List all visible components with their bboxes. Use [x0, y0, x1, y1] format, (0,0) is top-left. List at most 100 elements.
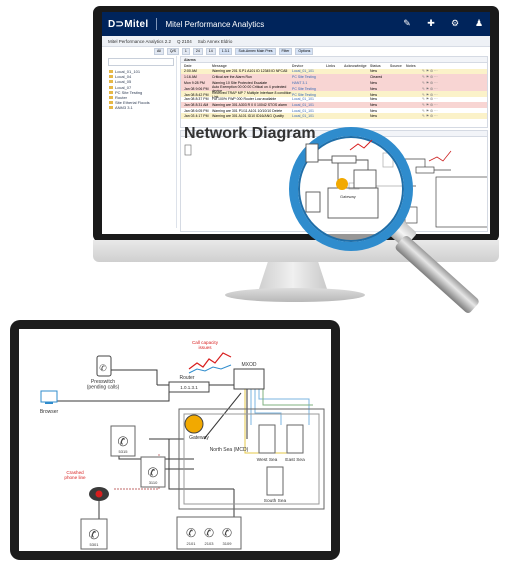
breadcrumb-item[interactable]: Q 2104: [177, 39, 192, 44]
alarm-status: New: [370, 114, 378, 119]
tree-search-input[interactable]: [108, 58, 174, 66]
options-button[interactable]: Options: [295, 47, 314, 55]
alarm-actions[interactable]: ✎ ⚑ ⚙ ⋯: [422, 69, 487, 73]
tree-item[interactable]: ANM3 3.1: [106, 105, 176, 110]
east-sea-label: East Sea: [285, 457, 305, 463]
zoom-control[interactable]: [184, 144, 192, 156]
filter-chip[interactable]: All: [154, 47, 164, 55]
west-sea-box: [258, 424, 276, 454]
phone-icon: ✆: [186, 526, 196, 540]
alarms-panel: Alarms Date Message Device Links Acknowledge…: [180, 56, 488, 128]
filter-chip[interactable]: 1: [181, 47, 190, 55]
alarm-actions[interactable]: ✎ ⚑ ⚙ ⋯: [422, 109, 487, 113]
svg-text:5301: 5301: [90, 542, 100, 547]
gateway-satellite-icon: [184, 414, 204, 434]
filter-chip[interactable]: 14: [205, 47, 216, 55]
tablet-screen: ✆ Presswitch (pending calls) 1.0.1.3.1 Ro…: [19, 329, 331, 551]
alarm-device[interactable]: PC Site Testing: [292, 93, 326, 97]
monitor-chin: [93, 240, 499, 262]
alarm-date: 1:16 AM: [184, 74, 197, 79]
filter-chip[interactable]: Sub-Annex Main Pres: [235, 47, 276, 55]
wrench-icon[interactable]: ✎: [402, 18, 412, 29]
alarm-device[interactable]: PC Site Testing: [292, 75, 326, 79]
east-sea-box: [286, 424, 304, 454]
alarm-actions[interactable]: ✎ ⚑ ⚙ ⋯: [422, 81, 487, 85]
breadcrumb-item[interactable]: Mitel Performance Analytics 2.2: [108, 39, 171, 44]
alarm-device[interactable]: Local_01_101: [292, 97, 326, 101]
alarm-date: Jan 08 6:05 PM: [184, 108, 209, 113]
filter-chip[interactable]: 24: [192, 47, 203, 55]
alarm-date: 2:00 AM: [184, 69, 197, 74]
svg-text:2101: 2101: [187, 541, 197, 546]
alert-icon: [95, 490, 103, 498]
alarm-status: New: [370, 102, 378, 107]
folder-icon: [109, 80, 113, 84]
west-sea-label: West Sea: [257, 457, 278, 463]
call-volume-graph: [188, 364, 232, 374]
alarm-date: Jan 08 9:06 PM: [184, 87, 209, 92]
phone-icon: [305, 191, 321, 213]
gateway-label: Gateway: [340, 194, 356, 199]
filter-chip[interactable]: Q/S: [166, 47, 179, 55]
alarm-actions[interactable]: ✎ ⚑ ⚙ ⋯: [422, 103, 487, 107]
alarm-device[interactable]: Local_01_101: [292, 109, 326, 113]
presswitch-label: Presswitch (pending calls): [87, 379, 120, 391]
capacity-graph: [428, 150, 452, 162]
magnified-diagram: Gateway: [305, 139, 379, 219]
alarm-message: Warning 10 Site Protected Escalate: [212, 80, 268, 85]
svg-text:5315: 5315: [119, 449, 129, 454]
device-tree-sidebar: Local_01_101 Local_04 Local_05 Local_07 …: [106, 56, 177, 228]
gateway-label: Gateway: [189, 435, 209, 441]
monitor-stand: [225, 288, 365, 302]
mxod-server-icon: [233, 368, 265, 390]
svg-text:3109: 3109: [223, 541, 233, 546]
alarm-actions[interactable]: ✎ ⚑ ⚙ ⋯: [422, 87, 487, 91]
browser-icon: [40, 390, 58, 403]
alarm-row[interactable]: Jan 03 4:17 PM Warning are 301 A101 ID10 …: [181, 113, 487, 119]
user-icon[interactable]: ♟: [474, 18, 484, 29]
plus-icon[interactable]: ✚: [426, 18, 436, 29]
alarm-message: Warning are 301 A101 ID10 ID16/ANG Quali…: [212, 114, 284, 119]
alarm-status: New: [370, 108, 378, 113]
folder-icon: [109, 90, 113, 94]
magnifier-lens: Gateway: [289, 127, 413, 251]
phone-icon: ✆: [118, 434, 129, 449]
filter-button[interactable]: Filter: [278, 47, 293, 55]
alarm-actions[interactable]: ✎ ⚑ ⚙ ⋯: [422, 97, 487, 101]
browser-label: Browser: [40, 409, 59, 415]
router-display: 1.0.1.3.1: [180, 385, 198, 390]
alarm-date: Jan 08 8:31 AM: [184, 102, 209, 107]
alarms-table-body: 2:00 AM Warning are 201 S.P1 A101 ID 1234…: [181, 68, 487, 119]
breadcrumb-item[interactable]: Sub Annex Eldrio: [198, 39, 233, 44]
alarm-status: New: [370, 92, 378, 97]
router-icon: [331, 155, 357, 164]
alarm-device[interactable]: HANT 3.1: [292, 81, 326, 85]
filter-chip[interactable]: 1.3.1: [218, 47, 233, 55]
alarm-date: Jan 03 4:17 PM: [184, 114, 209, 119]
alarm-actions[interactable]: ✎ ⚑ ⚙ ⋯: [422, 93, 487, 97]
folder-icon: [109, 96, 113, 100]
svg-text:2103: 2103: [205, 541, 215, 546]
router-label: Router: [179, 375, 194, 381]
app-header: D⊃Mitel Mitel Performance Analytics ✎ ✚ …: [102, 12, 490, 36]
folder-icon: [109, 106, 113, 110]
folder-icon: [109, 85, 113, 89]
alarm-device[interactable]: PC Site Testing: [292, 87, 326, 91]
gear-icon[interactable]: ⚙: [450, 18, 460, 29]
south-sea-label: South Sea: [264, 498, 287, 504]
alarm-actions[interactable]: ✎ ⚑ ⚙ ⋯: [422, 75, 487, 79]
router-icon: [415, 166, 435, 174]
alarm-device[interactable]: Local_01_101: [292, 103, 326, 107]
alarm-actions[interactable]: ✎ ⚑ ⚙ ⋯: [422, 114, 487, 118]
alarm-message: Critical are the Alarm Run: [212, 74, 252, 79]
tablet-network-diagram: ✆ Presswitch (pending calls) 1.0.1.3.1 Ro…: [40, 340, 325, 550]
phone-icon: ✆: [89, 527, 100, 542]
phone-icon: ✆: [222, 526, 232, 540]
call-capacity-graph: [188, 352, 232, 370]
alarm-status: New: [370, 80, 378, 85]
alarm-device[interactable]: Local_01_101: [292, 114, 326, 118]
svg-text:✆: ✆: [99, 363, 107, 373]
alarm-message: Warning are 301 A303 R 0 0 10042 STOS al…: [212, 102, 287, 107]
satellite-dish-icon: [336, 178, 348, 190]
alarm-device[interactable]: Local_01_101: [292, 69, 326, 73]
